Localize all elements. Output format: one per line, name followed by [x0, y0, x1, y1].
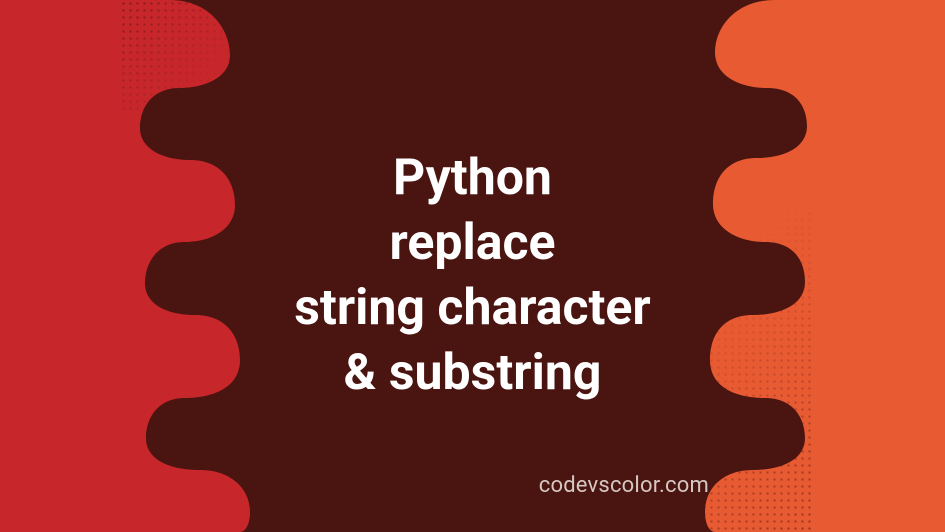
title-line-3: string character: [294, 276, 651, 341]
title-line-2: replace: [294, 211, 651, 276]
title-line-4: & substring: [294, 341, 651, 406]
title-container: Python replace string character & substr…: [0, 0, 945, 532]
banner-graphic: Python replace string character & substr…: [0, 0, 945, 532]
title-line-1: Python: [294, 146, 651, 211]
banner-title: Python replace string character & substr…: [294, 146, 651, 406]
watermark-text: codevscolor.com: [539, 473, 709, 498]
